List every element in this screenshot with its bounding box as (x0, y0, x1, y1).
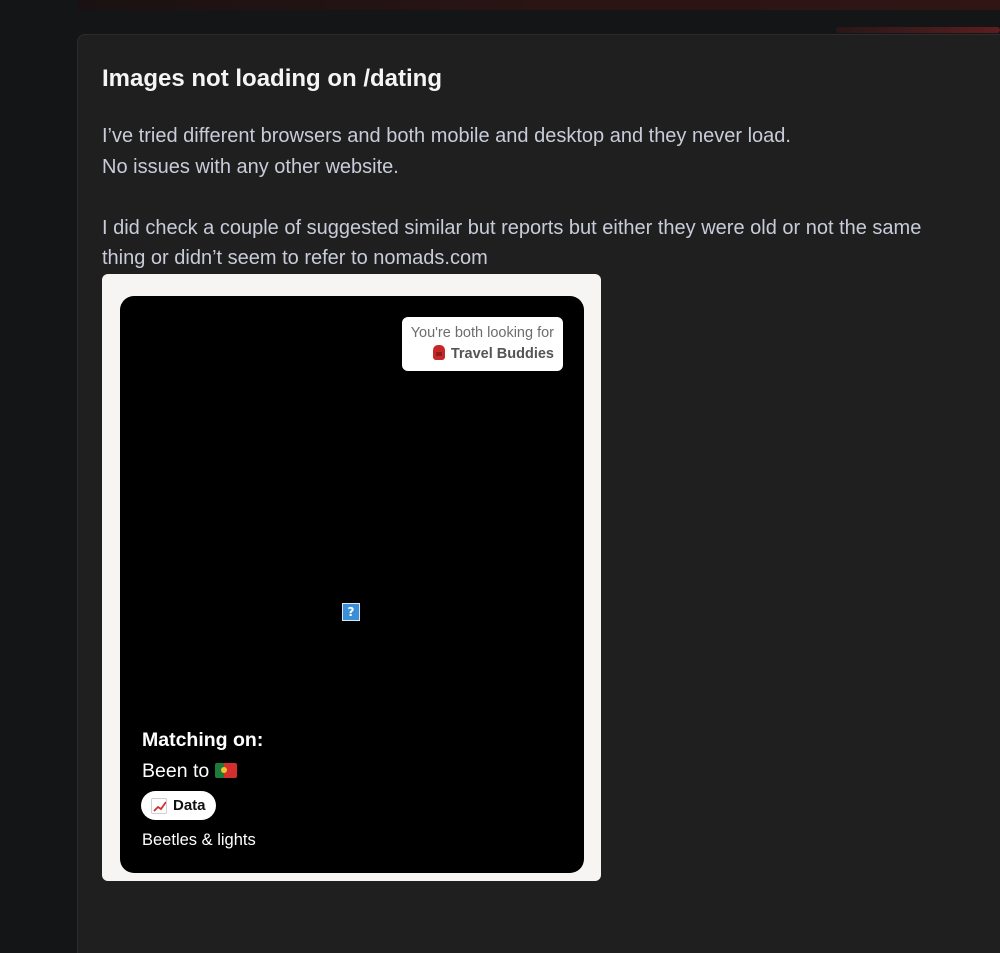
post-body-line: I did check a couple of suggested simila… (102, 216, 922, 270)
profile-card: You're both looking for Travel Buddies ?… (120, 296, 584, 873)
been-to-label: Been to (142, 760, 210, 782)
been-to-row: Been to (142, 760, 238, 783)
chart-increasing-icon (151, 797, 167, 814)
interest-chip[interactable]: Data (141, 791, 216, 820)
attached-screenshot[interactable]: You're both looking for Travel Buddies ?… (102, 274, 601, 881)
post-body-line: No issues with any other website. (102, 155, 399, 178)
post-body-line: I’ve tried different browsers and both m… (102, 125, 791, 147)
looking-for-label: You're both looking for (410, 325, 554, 341)
post-card: Images not loading on /dating I’ve tried… (77, 34, 1000, 953)
looking-for-pill: You're both looking for Travel Buddies (401, 317, 563, 371)
backpack-icon (432, 345, 445, 360)
profile-caption: Beetles & lights (142, 831, 256, 849)
page: Images not loading on /dating I’ve tried… (0, 0, 1000, 953)
looking-for-value: Travel Buddies (450, 346, 554, 362)
top-accent-button[interactable] (836, 27, 1000, 33)
post-title: Images not loading on /dating (102, 65, 442, 92)
top-header-bar (78, 0, 1000, 10)
interest-chip-label: Data (173, 797, 206, 814)
broken-image-icon: ? (342, 603, 360, 621)
post-body: I’ve tried different browsers and both m… (102, 121, 962, 274)
portugal-flag-icon (215, 763, 238, 778)
looking-for-value-row: Travel Buddies (411, 343, 554, 365)
matching-title: Matching on: (142, 729, 264, 751)
